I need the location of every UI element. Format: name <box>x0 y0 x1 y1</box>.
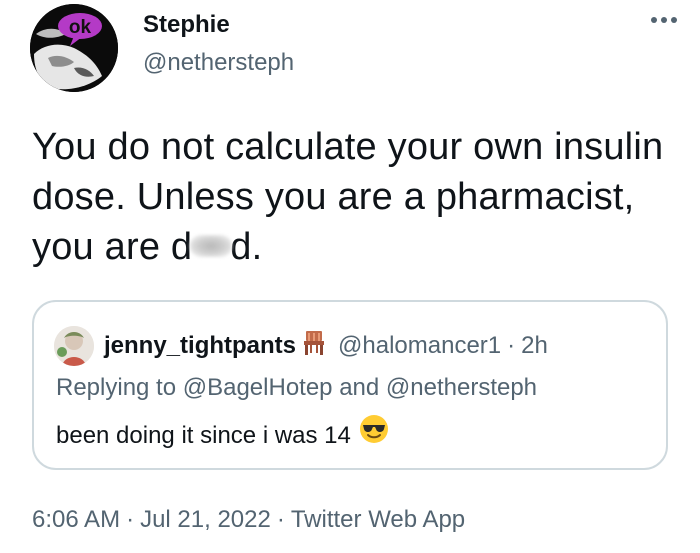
footer-separator: · <box>126 506 135 533</box>
tweet-page: ok Stephie @nethersteph You do not calcu… <box>0 0 700 553</box>
quoted-time[interactable]: 2h <box>521 332 548 360</box>
quoted-header: jenny_tightpants @halomancer1 · 2h <box>104 326 548 366</box>
quoted-text: been doing it since i was 14 <box>56 421 351 449</box>
tweet-time[interactable]: 6:06 AM <box>32 506 120 533</box>
quoted-avatar-image <box>54 326 94 366</box>
author-avatar[interactable]: ok <box>30 4 118 92</box>
replying-to: Replying to @BagelHotep and @nethersteph <box>56 374 538 401</box>
author-name[interactable]: Stephie <box>143 8 230 42</box>
tweet-source[interactable]: Twitter Web App <box>291 506 465 533</box>
tweet-date[interactable]: Jul 21, 2022 <box>140 506 271 533</box>
censored-blur <box>190 235 233 257</box>
avatar-image: ok <box>30 4 118 92</box>
avatar-badge-text: ok <box>69 17 92 38</box>
footer-separator: · <box>276 506 285 533</box>
more-options-button[interactable] <box>644 0 684 40</box>
sunglasses-emoji-icon <box>359 414 389 457</box>
tweet-text: You do not calculate your own insulin do… <box>32 122 672 272</box>
quoted-author-name[interactable]: jenny_tightpants <box>104 332 296 360</box>
chair-emoji-icon <box>300 329 328 364</box>
quoted-tweet[interactable]: jenny_tightpants @halomancer1 · 2h Reply… <box>32 300 668 470</box>
quoted-separator: · <box>507 332 516 359</box>
quoted-body: been doing it since i was 14 <box>56 414 389 457</box>
tweet-text-part-2: d. <box>230 226 263 268</box>
quoted-handle[interactable]: @halomancer1 <box>338 332 501 360</box>
author-handle[interactable]: @nethersteph <box>143 46 294 80</box>
tweet-footer: 6:06 AM · Jul 21, 2022 · Twitter Web App <box>32 500 465 540</box>
quoted-author-avatar[interactable] <box>54 326 94 366</box>
tweet-text-part-1: You do not calculate your own insulin do… <box>32 126 664 268</box>
more-icon <box>651 17 677 23</box>
